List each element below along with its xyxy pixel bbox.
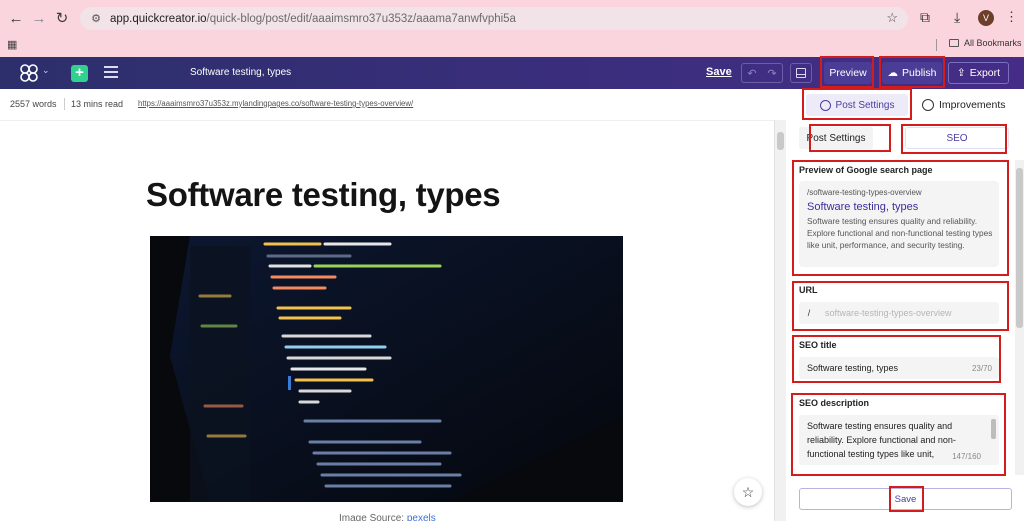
- panel-layout-icon: [796, 68, 806, 78]
- seo-description-textarea[interactable]: Software testing ensures quality and rel…: [799, 415, 999, 465]
- outline-list-icon[interactable]: [104, 66, 118, 80]
- editor-canvas[interactable]: Software testing, types Image Source: pe…: [0, 120, 774, 521]
- undo-redo-group: ↶ ↷: [741, 63, 783, 83]
- save-link[interactable]: Save: [706, 66, 732, 78]
- tab-improvements[interactable]: Improvements: [922, 94, 1006, 116]
- url-host: app.quickcreator.io: [110, 12, 207, 25]
- address-bar[interactable]: ⚙ app.quickcreator.io/quick-blog/post/ed…: [80, 7, 908, 30]
- favorite-star-button[interactable]: ☆: [734, 478, 762, 506]
- undo-icon[interactable]: ↶: [747, 67, 756, 80]
- all-bookmarks-label: All Bookmarks: [964, 38, 1022, 48]
- seo-title-input[interactable]: Software testing, types 23/70: [799, 357, 999, 379]
- bookmark-star-icon[interactable]: ☆: [886, 10, 898, 26]
- url-field: /: [799, 302, 999, 324]
- seo-description-count: 147/160: [952, 452, 981, 461]
- google-preview-card: /software-testing-types-overview Softwar…: [799, 181, 999, 267]
- bookmarks-divider: [936, 39, 937, 51]
- url-slug-input[interactable]: [819, 308, 989, 318]
- quickcreator-logo-icon[interactable]: [20, 64, 38, 82]
- save-settings-button[interactable]: Save: [799, 488, 1012, 510]
- url-path: /quick-blog/post/edit/aaaimsmro37u353z/a…: [206, 12, 516, 25]
- export-icon: ⇪: [956, 67, 966, 79]
- export-label: Export: [969, 67, 1001, 79]
- code-monitor-image: [150, 236, 623, 502]
- smiley-icon: [922, 99, 934, 111]
- caption-prefix: Image Source:: [339, 513, 405, 521]
- chevron-down-icon[interactable]: ⌄: [42, 65, 50, 76]
- browser-menu-icon[interactable]: ⋮: [1005, 9, 1018, 25]
- browser-chrome: ← → ↻ ⚙ app.quickcreator.io/quick-blog/p…: [0, 0, 1024, 57]
- forward-icon[interactable]: →: [27, 6, 51, 30]
- editor-scroll-thumb[interactable]: [777, 132, 784, 150]
- word-count: 2557 words: [10, 99, 57, 109]
- document-title: Software testing, types: [190, 67, 292, 78]
- publish-label: Publish: [902, 67, 937, 79]
- seo-description-label: SEO description: [799, 398, 870, 408]
- editor-toolbar: ⌄ + Software testing, types Save ↶ ↷ Pre…: [0, 57, 1024, 89]
- post-info-bar: 2557 words 13 mins read https://aaaimsmr…: [0, 89, 1024, 119]
- tab-post-settings[interactable]: Post Settings: [806, 94, 908, 116]
- extensions-icon[interactable]: ⧉: [920, 9, 930, 26]
- seo-title-value: Software testing, types: [807, 363, 899, 373]
- preview-button[interactable]: Preview: [824, 62, 872, 84]
- featured-image[interactable]: [150, 236, 623, 502]
- bookmarks-bar: ▦ All Bookmarks: [0, 34, 1024, 56]
- editor-scrollbar[interactable]: [774, 120, 786, 521]
- apps-grid-icon[interactable]: ▦: [7, 38, 17, 51]
- image-caption: Image Source: pexels: [339, 513, 436, 521]
- panel-scrollbar[interactable]: [1015, 160, 1024, 475]
- tab-panel-post-settings[interactable]: Post Settings: [799, 127, 873, 149]
- star-icon: ☆: [741, 483, 755, 500]
- read-time: 13 mins read: [71, 99, 124, 109]
- google-preview-title: Software testing, types: [807, 201, 919, 213]
- seo-title-label: SEO title: [799, 340, 837, 350]
- tab-post-settings-label: Post Settings: [835, 99, 895, 111]
- download-icon[interactable]: ⤓: [954, 9, 960, 26]
- tab-improvements-label: Improvements: [939, 99, 1006, 111]
- url-label: URL: [799, 285, 818, 295]
- folder-icon: [949, 39, 959, 47]
- published-url-link[interactable]: https://aaaimsmro37u353z.mylandingpages.…: [138, 99, 413, 108]
- caption-link[interactable]: pexels: [407, 513, 436, 521]
- panel-scroll-thumb[interactable]: [1016, 168, 1023, 328]
- export-button[interactable]: ⇪ Export: [948, 62, 1009, 84]
- settings-panel: Post Settings SEO Preview of Google sear…: [787, 120, 1024, 521]
- google-preview-url: /software-testing-types-overview: [807, 188, 922, 197]
- url-prefix: /: [807, 308, 811, 318]
- info-divider: [64, 98, 65, 110]
- seo-title-count: 23/70: [971, 363, 992, 373]
- tab-panel-seo[interactable]: SEO: [905, 127, 1009, 149]
- google-preview-description: Software testing ensures quality and rel…: [807, 216, 993, 250]
- site-info-icon[interactable]: ⚙: [86, 12, 106, 25]
- layout-toggle-button[interactable]: [790, 63, 812, 83]
- add-content-button[interactable]: +: [71, 65, 88, 82]
- cloud-upload-icon: ☁: [887, 67, 899, 79]
- google-preview-label: Preview of Google search page: [799, 165, 933, 175]
- back-icon[interactable]: ←: [4, 6, 28, 30]
- reload-icon[interactable]: ↻: [50, 6, 74, 30]
- description-scroll-thumb[interactable]: [991, 419, 996, 439]
- gear-icon: [819, 99, 831, 111]
- redo-icon[interactable]: ↷: [767, 67, 776, 80]
- publish-button[interactable]: ☁ Publish: [882, 62, 942, 84]
- avatar[interactable]: V: [978, 10, 994, 26]
- all-bookmarks-button[interactable]: All Bookmarks: [949, 38, 1022, 48]
- post-title[interactable]: Software testing, types: [146, 176, 501, 214]
